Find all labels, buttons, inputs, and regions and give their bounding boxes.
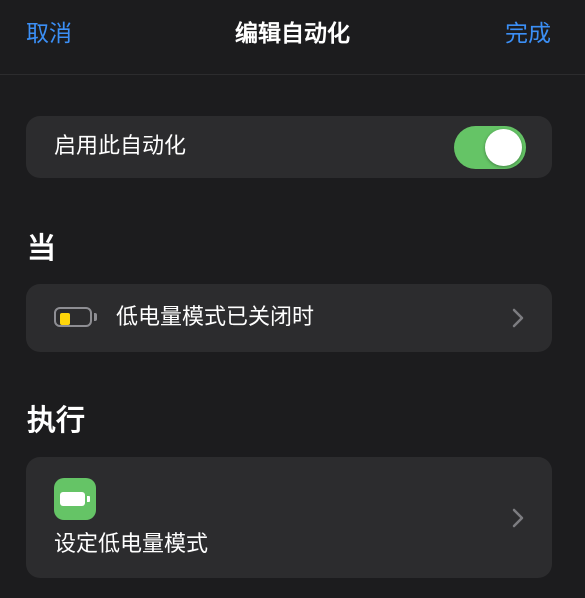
chevron-right-icon [512, 308, 524, 328]
action-row[interactable]: 设定低电量模式 [26, 457, 552, 578]
done-button[interactable]: 完成 [505, 20, 551, 48]
navigation-bar: 取消 编辑自动化 完成 [0, 0, 585, 75]
enable-automation-toggle[interactable] [454, 126, 526, 169]
enable-automation-label: 启用此自动化 [54, 134, 187, 159]
trigger-label: 低电量模式已关闭时 [116, 305, 315, 330]
do-section-header: 执行 [27, 403, 86, 437]
trigger-row[interactable]: 低电量模式已关闭时 [26, 284, 552, 352]
when-section-header: 当 [27, 231, 57, 265]
page-title: 编辑自动化 [235, 21, 350, 47]
chevron-right-icon [512, 508, 524, 528]
enable-automation-row: 启用此自动化 [26, 116, 552, 178]
toggle-knob [485, 129, 522, 166]
battery-icon [54, 478, 96, 520]
battery-low-icon [54, 307, 100, 329]
action-label: 设定低电量模式 [54, 532, 209, 557]
cancel-button[interactable]: 取消 [26, 20, 72, 48]
